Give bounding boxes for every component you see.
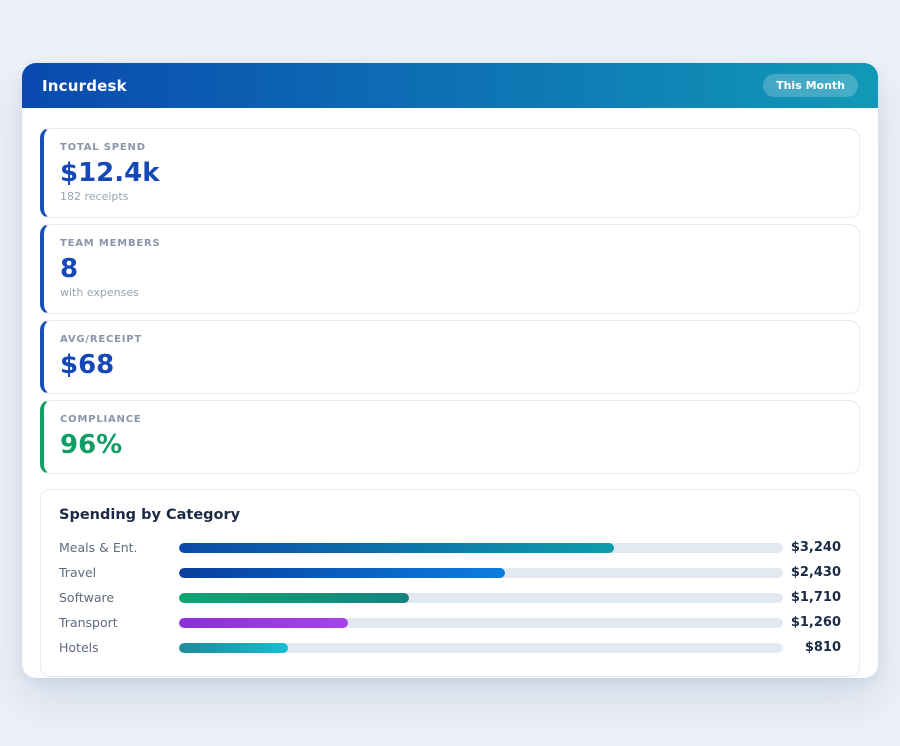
category-label: Transport (59, 615, 179, 630)
stat-card-total-spend: TOTAL SPEND $12.4k 182 receipts (40, 128, 860, 218)
category-row-transport: Transport $1,260 (59, 610, 841, 635)
category-value: $3,240 (783, 540, 841, 555)
category-label: Hotels (59, 640, 179, 655)
stat-label: TOTAL SPEND (60, 142, 843, 154)
stat-card-compliance: COMPLIANCE 96% (40, 400, 860, 474)
chart-title: Spending by Category (59, 506, 841, 524)
category-label: Software (59, 590, 179, 605)
bar-fill-software (179, 593, 409, 603)
page-background: Incurdesk This Month TOTAL SPEND $12.4k … (0, 0, 900, 746)
bar-fill-travel (179, 568, 505, 578)
category-row-meals: Meals & Ent. $3,240 (59, 535, 841, 560)
app-header: Incurdesk This Month (22, 63, 878, 108)
category-label: Meals & Ent. (59, 540, 179, 555)
category-value: $2,430 (783, 565, 841, 580)
stat-subtext: with expenses (60, 286, 843, 300)
bar-fill-transport (179, 618, 348, 628)
category-value: $1,260 (783, 615, 841, 630)
stat-value: 96% (60, 430, 843, 460)
bar-fill-meals (179, 543, 614, 553)
period-badge[interactable]: This Month (763, 74, 858, 97)
bar-track (179, 568, 783, 578)
category-value: $810 (783, 640, 841, 655)
dashboard-content: TOTAL SPEND $12.4k 182 receipts TEAM MEM… (22, 108, 878, 678)
stat-label: TEAM MEMBERS (60, 238, 843, 250)
bar-track (179, 543, 783, 553)
bar-fill-hotels (179, 643, 288, 653)
stat-value: 8 (60, 254, 843, 284)
stat-value: $68 (60, 350, 843, 380)
category-row-travel: Travel $2,430 (59, 560, 841, 585)
spending-by-category-card: Spending by Category Meals & Ent. $3,240… (40, 489, 860, 677)
category-value: $1,710 (783, 590, 841, 605)
stat-label: AVG/RECEIPT (60, 334, 843, 346)
stat-subtext: 182 receipts (60, 190, 843, 204)
stat-card-avg-receipt: AVG/RECEIPT $68 (40, 320, 860, 394)
bar-track (179, 618, 783, 628)
stat-label: COMPLIANCE (60, 414, 843, 426)
stat-card-team-members: TEAM MEMBERS 8 with expenses (40, 224, 860, 314)
category-label: Travel (59, 565, 179, 580)
bar-track (179, 593, 783, 603)
category-row-software: Software $1,710 (59, 585, 841, 610)
category-row-hotels: Hotels $810 (59, 635, 841, 660)
app-title: Incurdesk (42, 77, 127, 95)
dashboard-card: Incurdesk This Month TOTAL SPEND $12.4k … (22, 63, 878, 678)
stat-value: $12.4k (60, 158, 843, 188)
bar-track (179, 643, 783, 653)
